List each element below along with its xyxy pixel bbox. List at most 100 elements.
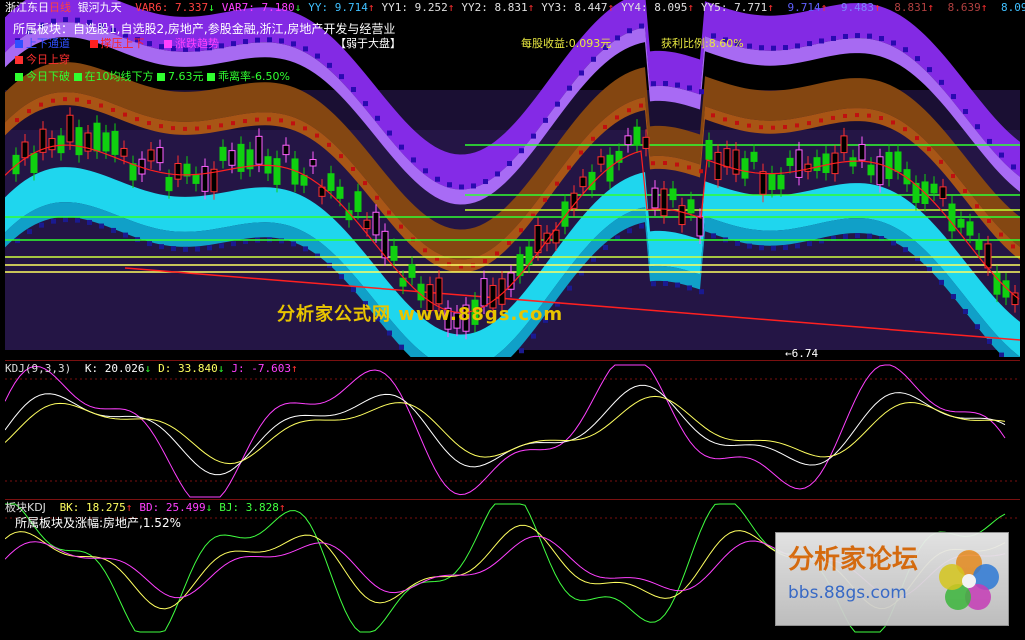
stock-chart-window: 浙江东日日线 银河九天 VAR6: 7.337↓ VAR7: 7.180↓ YY: … [0,0,1025,640]
kdj-pane[interactable]: KDJ(9,3,3) K: 20.026↓ D: 33.840↓ J: -7.603… [5,360,1020,499]
candle-body [282,144,290,156]
channel-marker [63,217,68,223]
channel-marker [231,241,236,247]
channel-marker [399,144,404,150]
main-price-pane[interactable]: 浙江东日日线 银河九天 VAR6: 7.337↓ VAR7: 7.180↓ YY: … [5,0,1025,360]
readout-item: J: -7.603↑ [231,362,297,375]
channel-marker [519,228,523,233]
candle-body [579,176,587,188]
candle-body [93,122,101,152]
legend-square-icon [164,40,172,48]
channel-marker [459,184,464,190]
channel-marker [99,103,103,108]
channel-marker [855,233,860,239]
channel-marker [867,113,871,118]
today-up-signal: 今日上穿 [15,53,70,66]
channel-marker [711,113,715,118]
readout-label: BD: [139,501,160,514]
channel-marker [603,124,607,129]
channel-marker [315,53,320,59]
arrow-up-icon: ↑ [527,1,535,14]
candle-body [111,130,119,155]
readout-label: BK: [59,501,80,514]
candle-body [660,188,668,217]
channel-marker [507,161,512,167]
readout-item: 8.639↑ [941,1,988,14]
signal-square-icon [73,73,82,81]
readout-label: YY4: [621,1,648,14]
channel-marker [639,23,644,29]
channel-marker [387,130,392,136]
channel-marker [51,218,56,224]
low-price-value: 6.74 [791,347,819,360]
channel-marker [963,188,967,193]
candle-body [849,157,857,167]
channel-marker [987,338,992,344]
channel-marker [975,204,979,209]
channel-marker [591,136,595,141]
channel-marker [807,241,812,247]
signal-square-icon [15,56,23,64]
channel-marker [159,124,163,129]
channel-marker [795,123,799,128]
channel-marker [279,238,284,244]
market-status: 【弱于大盘】 [335,37,401,50]
ma-price-label: 7.63元 [168,70,204,83]
period-label: 日线 [49,1,71,14]
candle-body [741,158,749,179]
arrow-up-icon: ↑ [290,362,298,375]
candle-body [966,221,974,236]
channel-marker [759,125,763,130]
candle-body [75,127,83,156]
channel-marker [951,94,956,100]
candle-body [651,187,659,209]
channel-marker [327,142,331,147]
readout-item: YY3: 8.447↑ [541,1,614,14]
channel-marker [327,62,332,68]
channel-marker [699,169,703,174]
readout-item: YY4: 8.095↑ [621,1,694,14]
channel-marker [567,85,572,91]
candle-body [759,171,767,195]
channel-marker [255,117,259,122]
legend-row: 上下通道 撑压上下 涨跌趋势 [15,37,219,50]
readout-label: D: [158,362,172,375]
arrow-up-icon: ↑ [927,1,934,14]
channel-marker [915,136,919,141]
kdj-j-line [5,364,1006,498]
channel-marker [387,330,392,336]
channel-marker [963,108,968,114]
candle-body [534,225,542,254]
readout-value: 8.831 [887,1,928,14]
channel-marker [627,108,631,113]
channel-marker [879,116,883,121]
below-ma-label: 在10均线下方 [84,70,154,83]
readout-item: YY1: 9.252↑ [382,1,455,14]
channel-marker [567,285,572,291]
channel-marker [843,113,847,118]
channel-marker [807,121,811,126]
header-line: 浙江东日日线 银河九天 VAR6: 7.337↓ VAR7: 7.180↓ YY: … [5,1,1025,14]
candle-body [975,240,983,250]
channel-marker [687,285,692,291]
readout-item: VAR6: 7.337↓ [135,1,215,14]
channel-marker [591,56,596,62]
channel-marker [999,352,1004,357]
channel-marker [279,118,283,123]
channel-marker [567,165,571,170]
channel-marker [939,159,943,164]
readout-label: BJ: [219,501,240,514]
channel-marker [831,35,836,41]
channel-marker [999,152,1004,158]
channel-marker [111,227,116,233]
channel-marker [627,228,632,234]
channel-marker [207,125,211,130]
channel-marker [303,46,308,52]
readout-item: YY5: 7.771↑ [701,1,774,14]
channel-marker [267,37,272,43]
channel-marker [699,89,704,95]
channel-marker [147,241,152,247]
candle-body [696,215,704,237]
channel-marker [735,240,740,246]
candle-body [939,186,947,200]
